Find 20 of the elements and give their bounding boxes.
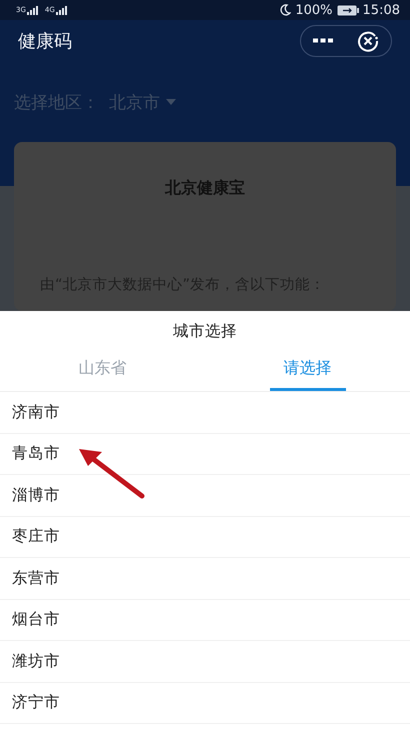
battery-icon	[336, 4, 359, 16]
close-icon[interactable]	[357, 30, 379, 52]
battery-percent: 100%	[295, 2, 333, 18]
sheet-title: 城市选择	[173, 321, 237, 342]
city-item[interactable]: 济南市	[12, 402, 60, 423]
clock-time: 15:08	[362, 2, 400, 18]
arrow-drawing	[76, 446, 146, 500]
signal-icon	[56, 6, 68, 15]
signal-icon	[26, 6, 39, 15]
city-item[interactable]: 青岛市	[12, 443, 60, 464]
city-item[interactable]: 潍坊市	[12, 650, 60, 672]
page-title: 健康码	[18, 30, 72, 53]
moon-icon	[279, 4, 292, 16]
tab[interactable]: 请选择	[270, 350, 346, 391]
city-item[interactable]: 东营市	[12, 568, 60, 589]
city-item[interactable]: 淄博市	[12, 484, 60, 506]
city-item[interactable]: 枣庄市	[12, 526, 60, 548]
city-item[interactable]: 济宁市	[12, 692, 60, 714]
more-icon[interactable]	[313, 38, 333, 44]
city-item[interactable]: 烟台市	[12, 609, 60, 630]
